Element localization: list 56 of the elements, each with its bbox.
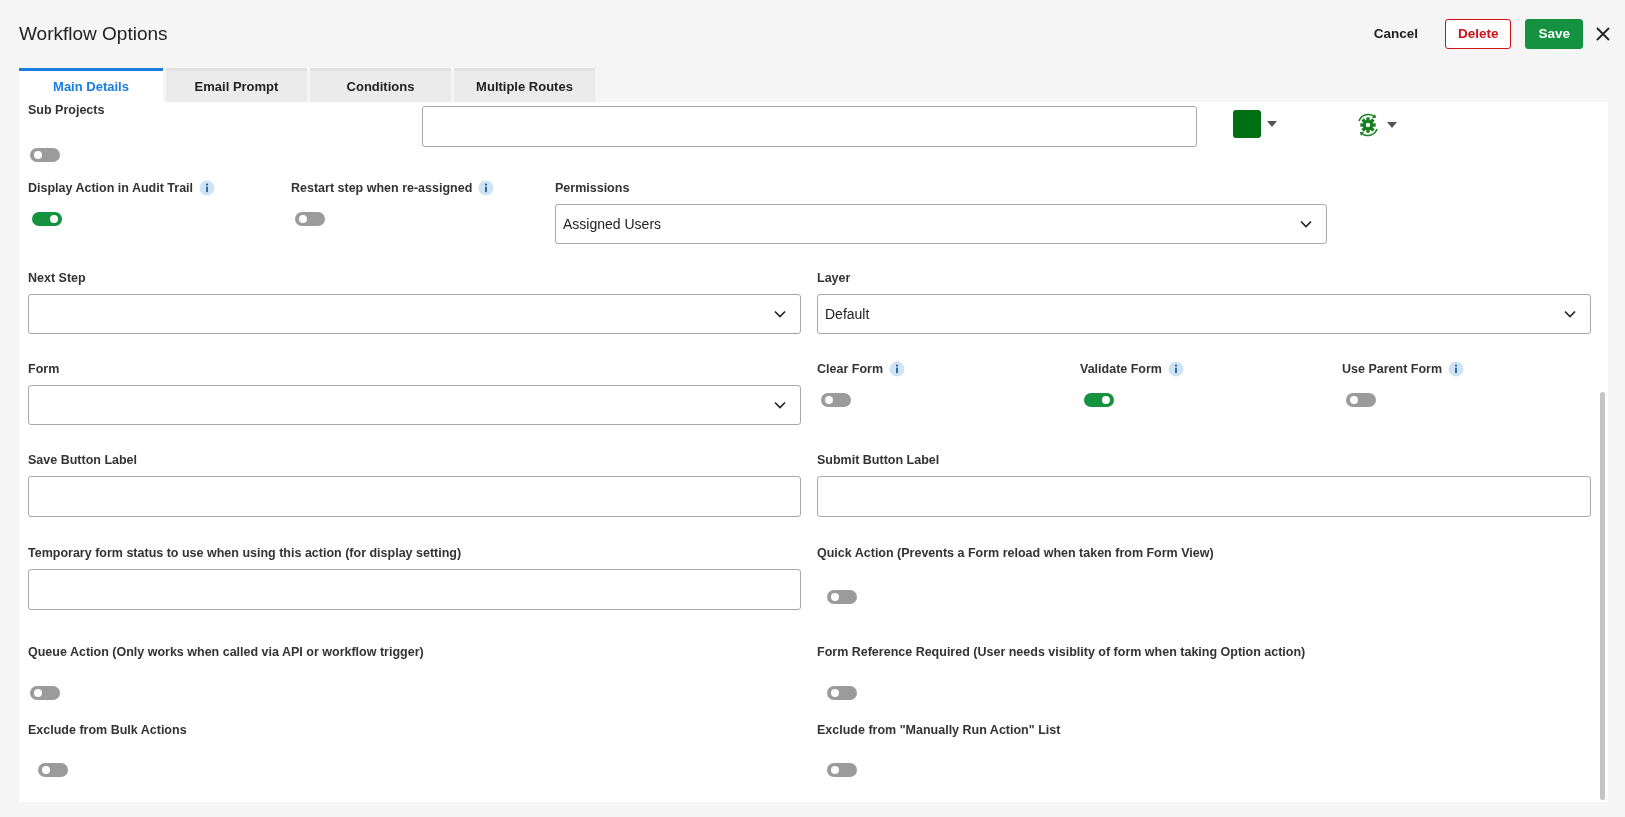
field-label: Use Parent Form (1342, 361, 1443, 377)
field-label: Validate Form (1080, 361, 1162, 377)
dropdown-field[interactable]: Default (817, 294, 1591, 334)
toggle-switch[interactable] (38, 763, 68, 777)
field-label: Layer (817, 270, 851, 286)
field-label: Form (28, 361, 60, 377)
toggle-switch[interactable] (827, 763, 857, 777)
close-icon (1595, 26, 1611, 42)
chevron-icon (1564, 310, 1576, 318)
toggle-switch[interactable] (827, 686, 857, 700)
field-label: Display Action in Audit Trail (28, 180, 194, 196)
field-label: Temporary form status to use when using this action (for display setting) (28, 545, 462, 561)
dropdown-field[interactable] (28, 385, 801, 425)
field-label: Quick Action (Prevents a Form reload when taken from Form View) (817, 545, 1214, 561)
toggle-switch[interactable] (1084, 393, 1114, 407)
field-label: Clear Form (817, 361, 883, 377)
field-label: Sub Projects (28, 102, 105, 118)
delete-button[interactable]: Delete (1444, 19, 1512, 49)
toggle-switch[interactable] (295, 212, 325, 226)
field-label: Exclude from "Manually Run Action" List (817, 722, 1061, 738)
toggle-switch[interactable] (30, 148, 60, 162)
tab[interactable]: Main Details (19, 68, 163, 102)
field-label: Save Button Label (28, 452, 138, 468)
toggle-switch[interactable] (1346, 393, 1376, 407)
field-label: Permissions (555, 180, 630, 196)
field-label: Queue Action (Only works when called via API or workflow trigger) (28, 644, 424, 660)
field-label: Next Step (28, 270, 86, 286)
tab[interactable]: Email Prompt (166, 68, 307, 102)
text-field[interactable] (28, 476, 801, 517)
caret-icon (1387, 122, 1397, 128)
scrollbar[interactable] (1600, 392, 1605, 800)
field-label: Submit Button Label (817, 452, 940, 468)
toggle-switch[interactable] (30, 686, 60, 700)
toggle-switch[interactable] (827, 590, 857, 604)
text-field[interactable] (28, 569, 801, 610)
save-button[interactable]: Save (1525, 19, 1583, 49)
chevron-icon (774, 401, 786, 409)
field-label: Exclude from Bulk Actions (28, 722, 187, 738)
text-field[interactable] (422, 106, 1197, 147)
toggle-switch[interactable] (821, 393, 851, 407)
tab[interactable]: Multiple Routes (454, 68, 595, 102)
field-label: Restart step when re-assigned (291, 180, 473, 196)
chevron-icon (774, 310, 786, 318)
caret-icon (1267, 121, 1277, 127)
tab[interactable]: Conditions (310, 68, 451, 102)
field-label: Form Reference Required (User needs visiblity of form when taking Option action) (817, 644, 1306, 660)
dropdown-field[interactable]: Assigned Users (555, 204, 1327, 244)
window-title: Workflow Options (19, 22, 169, 46)
cancel-button[interactable]: Cancel (1360, 19, 1431, 49)
dropdown-field[interactable] (28, 294, 801, 334)
color-picker[interactable] (1233, 110, 1277, 138)
chevron-icon (1300, 220, 1312, 228)
text-field[interactable] (817, 476, 1591, 517)
toggle-switch[interactable] (32, 212, 62, 226)
icon-picker[interactable] (1355, 112, 1397, 138)
gear-icon (1355, 112, 1381, 138)
